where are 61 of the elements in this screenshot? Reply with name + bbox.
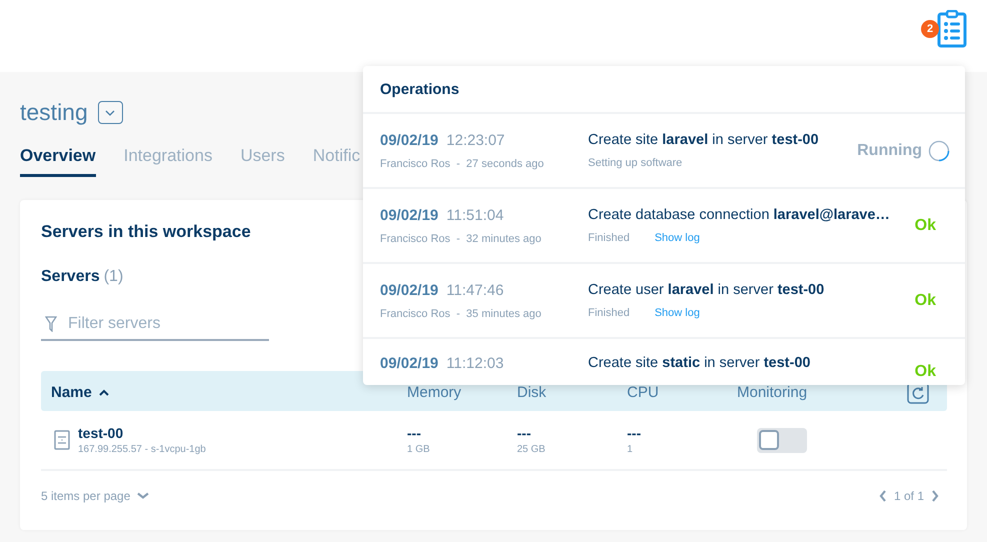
items-per-page-dropdown[interactable]: 5 items per page (41, 489, 150, 503)
server-icon (54, 430, 70, 450)
disk-usage: --- (517, 425, 532, 441)
clipboard-list-icon[interactable] (937, 10, 967, 48)
column-header: CPU (627, 384, 660, 401)
operation-author-and-age: Francisco Ros - 35 minutes ago (380, 308, 542, 320)
previous-page-icon[interactable] (878, 490, 887, 502)
server-name[interactable]: test-00 (78, 425, 206, 441)
operation-message: Create user laravel in server test-00 (588, 282, 824, 298)
operation-time: 11:51:04 (446, 206, 504, 224)
operation-status-note: Finished (588, 232, 630, 244)
cpu-total: 1 (627, 444, 634, 455)
workspace-title: testing (20, 99, 88, 126)
server-count: (1) (104, 268, 124, 286)
operation-date: 09/02/19 (380, 282, 438, 298)
column-header: Monitoring (737, 384, 808, 401)
section-title: Servers (41, 268, 100, 286)
spinner-icon (928, 140, 950, 162)
server-details: 167.99.255.57 - s-1vcpu-1gb (78, 444, 206, 455)
card-title: Servers in this workspace (41, 222, 251, 242)
operation-time: 11:12:03 (446, 355, 504, 372)
operation-date: 09/02/19 (380, 206, 438, 224)
operation-time: 12:23:07 (446, 132, 505, 148)
notification-badge: 2 (921, 20, 939, 38)
popup-title: Operations (380, 80, 460, 98)
operation-status: Ok (914, 363, 936, 381)
tab[interactable]: Notific (312, 146, 360, 177)
operation-message: Create site static in server test-00 (588, 355, 810, 371)
page-indicator: 1 of 1 (894, 489, 924, 503)
workspace-dropdown-button[interactable] (98, 101, 123, 124)
operation-status: Ok (914, 216, 936, 234)
cpu-usage: --- (627, 425, 642, 441)
chevron-down-icon (105, 110, 116, 116)
column-header: Memory (407, 384, 462, 401)
tab[interactable]: Integrations (124, 146, 212, 177)
disk-total: 25 GB (517, 444, 546, 455)
operation-status: Ok (914, 292, 936, 310)
chevron-down-icon (137, 492, 150, 500)
show-log-link[interactable]: Show log (654, 232, 700, 244)
monitoring-toggle[interactable] (757, 428, 807, 452)
tab[interactable]: Overview (20, 146, 96, 177)
caret-up-icon (98, 389, 109, 396)
operation-message: Create database connection laravel@larave… (588, 207, 890, 223)
show-log-link[interactable]: Show log (654, 307, 700, 319)
tab[interactable]: Users (240, 146, 285, 177)
operation-date: 09/02/19 (380, 355, 438, 372)
operation-date: 09/02/19 (380, 132, 438, 148)
column-header: Disk (517, 384, 548, 401)
next-page-icon[interactable] (931, 490, 939, 502)
memory-usage: --- (407, 425, 422, 441)
operation-author-and-age: Francisco Ros - 32 minutes ago (380, 232, 542, 244)
filter-icon (45, 316, 57, 332)
filter-field[interactable]: Filter servers (66, 314, 250, 334)
operation-message: Create site laravel in server test-00 (588, 132, 819, 148)
operation-time: 11:47:46 (446, 282, 504, 298)
memory-total: 1 GB (407, 444, 431, 455)
column-header[interactable]: Name (51, 384, 407, 401)
operation-status-note: Setting up software (588, 157, 682, 169)
operation-author-and-age: Francisco Ros - 27 seconds ago (380, 158, 544, 170)
operation-status-note: Finished (588, 307, 630, 319)
operation-status: Running (857, 142, 922, 160)
